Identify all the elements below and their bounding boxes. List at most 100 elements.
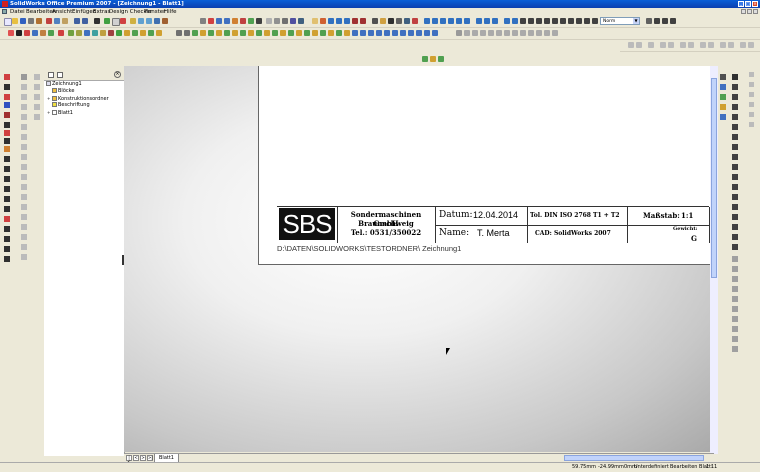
spline-icon[interactable] xyxy=(732,214,738,220)
print-preview-icon[interactable] xyxy=(36,18,42,24)
font-icon[interactable] xyxy=(584,18,590,24)
circle-icon[interactable] xyxy=(732,134,738,140)
paste-icon[interactable] xyxy=(62,18,68,24)
prev-sheet-button[interactable]: < xyxy=(133,455,139,461)
rhombus-icon[interactable] xyxy=(488,30,494,36)
triangle-icon[interactable] xyxy=(496,30,502,36)
menu-hilfe[interactable]: Hilfe xyxy=(164,8,177,16)
alternate-position-icon[interactable] xyxy=(360,18,366,24)
sketch-toggle-icon[interactable] xyxy=(732,74,738,80)
tree-item-drawing[interactable]: Zeichnung1 xyxy=(46,81,82,88)
mirror-entities-icon[interactable] xyxy=(280,30,286,36)
centerline-icon[interactable] xyxy=(224,30,230,36)
drawing-sheet[interactable]: SBS Sondermaschinen GmbH Braunschweig Te… xyxy=(258,66,718,265)
dimxpert-icon[interactable] xyxy=(124,30,130,36)
align-grid-icon[interactable] xyxy=(576,18,582,24)
polygon-icon[interactable] xyxy=(504,30,510,36)
file-explorer-icon[interactable] xyxy=(720,104,726,110)
extend-entities-icon[interactable] xyxy=(272,30,278,36)
slot-icon[interactable] xyxy=(520,30,526,36)
curves-toolbar-icon[interactable] xyxy=(21,154,27,160)
new-document-icon[interactable] xyxy=(4,18,12,26)
line-diagonal-icon[interactable] xyxy=(480,30,486,36)
pan-icon[interactable] xyxy=(248,18,254,24)
weld-bead-icon[interactable] xyxy=(4,246,10,252)
compare-documents-icon[interactable] xyxy=(156,30,162,36)
make-same-size-icon[interactable] xyxy=(568,18,574,24)
line-thickness-icon[interactable] xyxy=(388,18,394,24)
center-mark-icon[interactable] xyxy=(4,156,10,162)
empty-view-icon[interactable] xyxy=(728,42,734,48)
chevron-down-icon[interactable]: ▼ xyxy=(633,18,639,24)
bold-icon[interactable] xyxy=(592,18,598,24)
edit-sheet-icon[interactable] xyxy=(34,84,40,90)
tree-item-beschriftung[interactable]: Beschriftung xyxy=(52,102,90,109)
dimension-icon[interactable] xyxy=(4,84,10,90)
cosmosxpress-icon[interactable] xyxy=(116,30,122,36)
first-sheet-button[interactable]: |< xyxy=(126,455,132,464)
relations-toolbar-icon[interactable] xyxy=(21,174,27,180)
close-panel-icon[interactable]: × xyxy=(114,71,121,78)
section-view-icon[interactable] xyxy=(328,18,334,24)
add-relation-icon[interactable] xyxy=(352,30,358,36)
confirm-icon[interactable] xyxy=(422,56,428,62)
smart-dimension-right-icon[interactable] xyxy=(732,84,738,90)
2d-to-3d-icon[interactable] xyxy=(21,234,27,240)
surface-finish-icon[interactable] xyxy=(4,94,10,100)
sketch-rectangle-icon[interactable] xyxy=(184,30,190,36)
crop-view-icon[interactable] xyxy=(352,18,358,24)
task-pane-appearance-icon[interactable] xyxy=(749,122,754,127)
design-checker-icon[interactable] xyxy=(76,30,82,36)
tangent-arc-icon[interactable] xyxy=(552,30,558,36)
bring-to-front-icon[interactable] xyxy=(536,18,542,24)
shaded-icon[interactable] xyxy=(290,18,296,24)
zoom-selection-icon[interactable] xyxy=(232,18,238,24)
print-icon[interactable] xyxy=(28,18,34,24)
tree-item-bloecke[interactable]: Blöcke xyxy=(52,88,74,95)
sketch-fillet-icon[interactable] xyxy=(232,30,238,36)
layer-properties-icon[interactable] xyxy=(648,42,654,48)
parallelogram-right-icon[interactable] xyxy=(732,114,738,120)
drawing-toolbar-icon[interactable] xyxy=(21,104,27,110)
stretch-entities-icon[interactable] xyxy=(336,30,342,36)
bring-forward-icon[interactable] xyxy=(520,18,526,24)
table-toolbar-icon[interactable] xyxy=(21,124,27,130)
detail-view-icon[interactable] xyxy=(336,18,342,24)
vertical-scrollbar[interactable] xyxy=(710,66,718,454)
sketch-point-icon[interactable] xyxy=(216,30,222,36)
make-same-width-icon[interactable] xyxy=(552,18,558,24)
menu-datei[interactable]: Datei xyxy=(10,8,25,16)
rebuild-icon[interactable] xyxy=(104,18,110,24)
align-bottom-icon[interactable] xyxy=(448,18,454,24)
color-display-mode-icon[interactable] xyxy=(412,18,418,24)
view-orientation-icon[interactable] xyxy=(200,18,206,24)
relations-right-icon[interactable] xyxy=(732,336,738,342)
line-icon[interactable] xyxy=(732,94,738,100)
stacked-balloon-icon[interactable] xyxy=(4,226,10,232)
next-sheet-button[interactable]: > xyxy=(140,455,146,461)
sketch-arc-icon[interactable] xyxy=(200,30,206,36)
view-layout-icon[interactable] xyxy=(660,42,666,48)
save-icon[interactable] xyxy=(20,18,26,24)
close-window-button[interactable]: × xyxy=(752,1,758,7)
offset-entities-icon[interactable] xyxy=(248,30,254,36)
update-view-icon[interactable] xyxy=(740,42,746,48)
circle-outline-icon[interactable] xyxy=(464,30,470,36)
vertical-scrollbar-thumb[interactable] xyxy=(711,78,717,278)
align-right-icon[interactable] xyxy=(432,18,438,24)
horizontal-scrollbar-thumb[interactable] xyxy=(564,455,704,461)
move-entities-icon[interactable] xyxy=(304,30,310,36)
rectangle-icon[interactable] xyxy=(732,104,738,110)
sketch-line-icon[interactable] xyxy=(176,30,182,36)
utilities-icon[interactable] xyxy=(148,30,154,36)
scale-entities-icon[interactable] xyxy=(320,30,326,36)
solidworks-app-icon[interactable] xyxy=(2,1,8,7)
space-across-icon[interactable] xyxy=(484,18,490,24)
ellipse-right-icon[interactable] xyxy=(732,184,738,190)
edrawing-icon[interactable] xyxy=(100,30,106,36)
area-hatch-icon[interactable] xyxy=(4,176,10,182)
construction-right-icon[interactable] xyxy=(732,346,738,352)
datum-feature-icon[interactable] xyxy=(4,122,10,128)
trim-right-icon[interactable] xyxy=(732,286,738,292)
sketch-picture-icon[interactable] xyxy=(376,30,382,36)
